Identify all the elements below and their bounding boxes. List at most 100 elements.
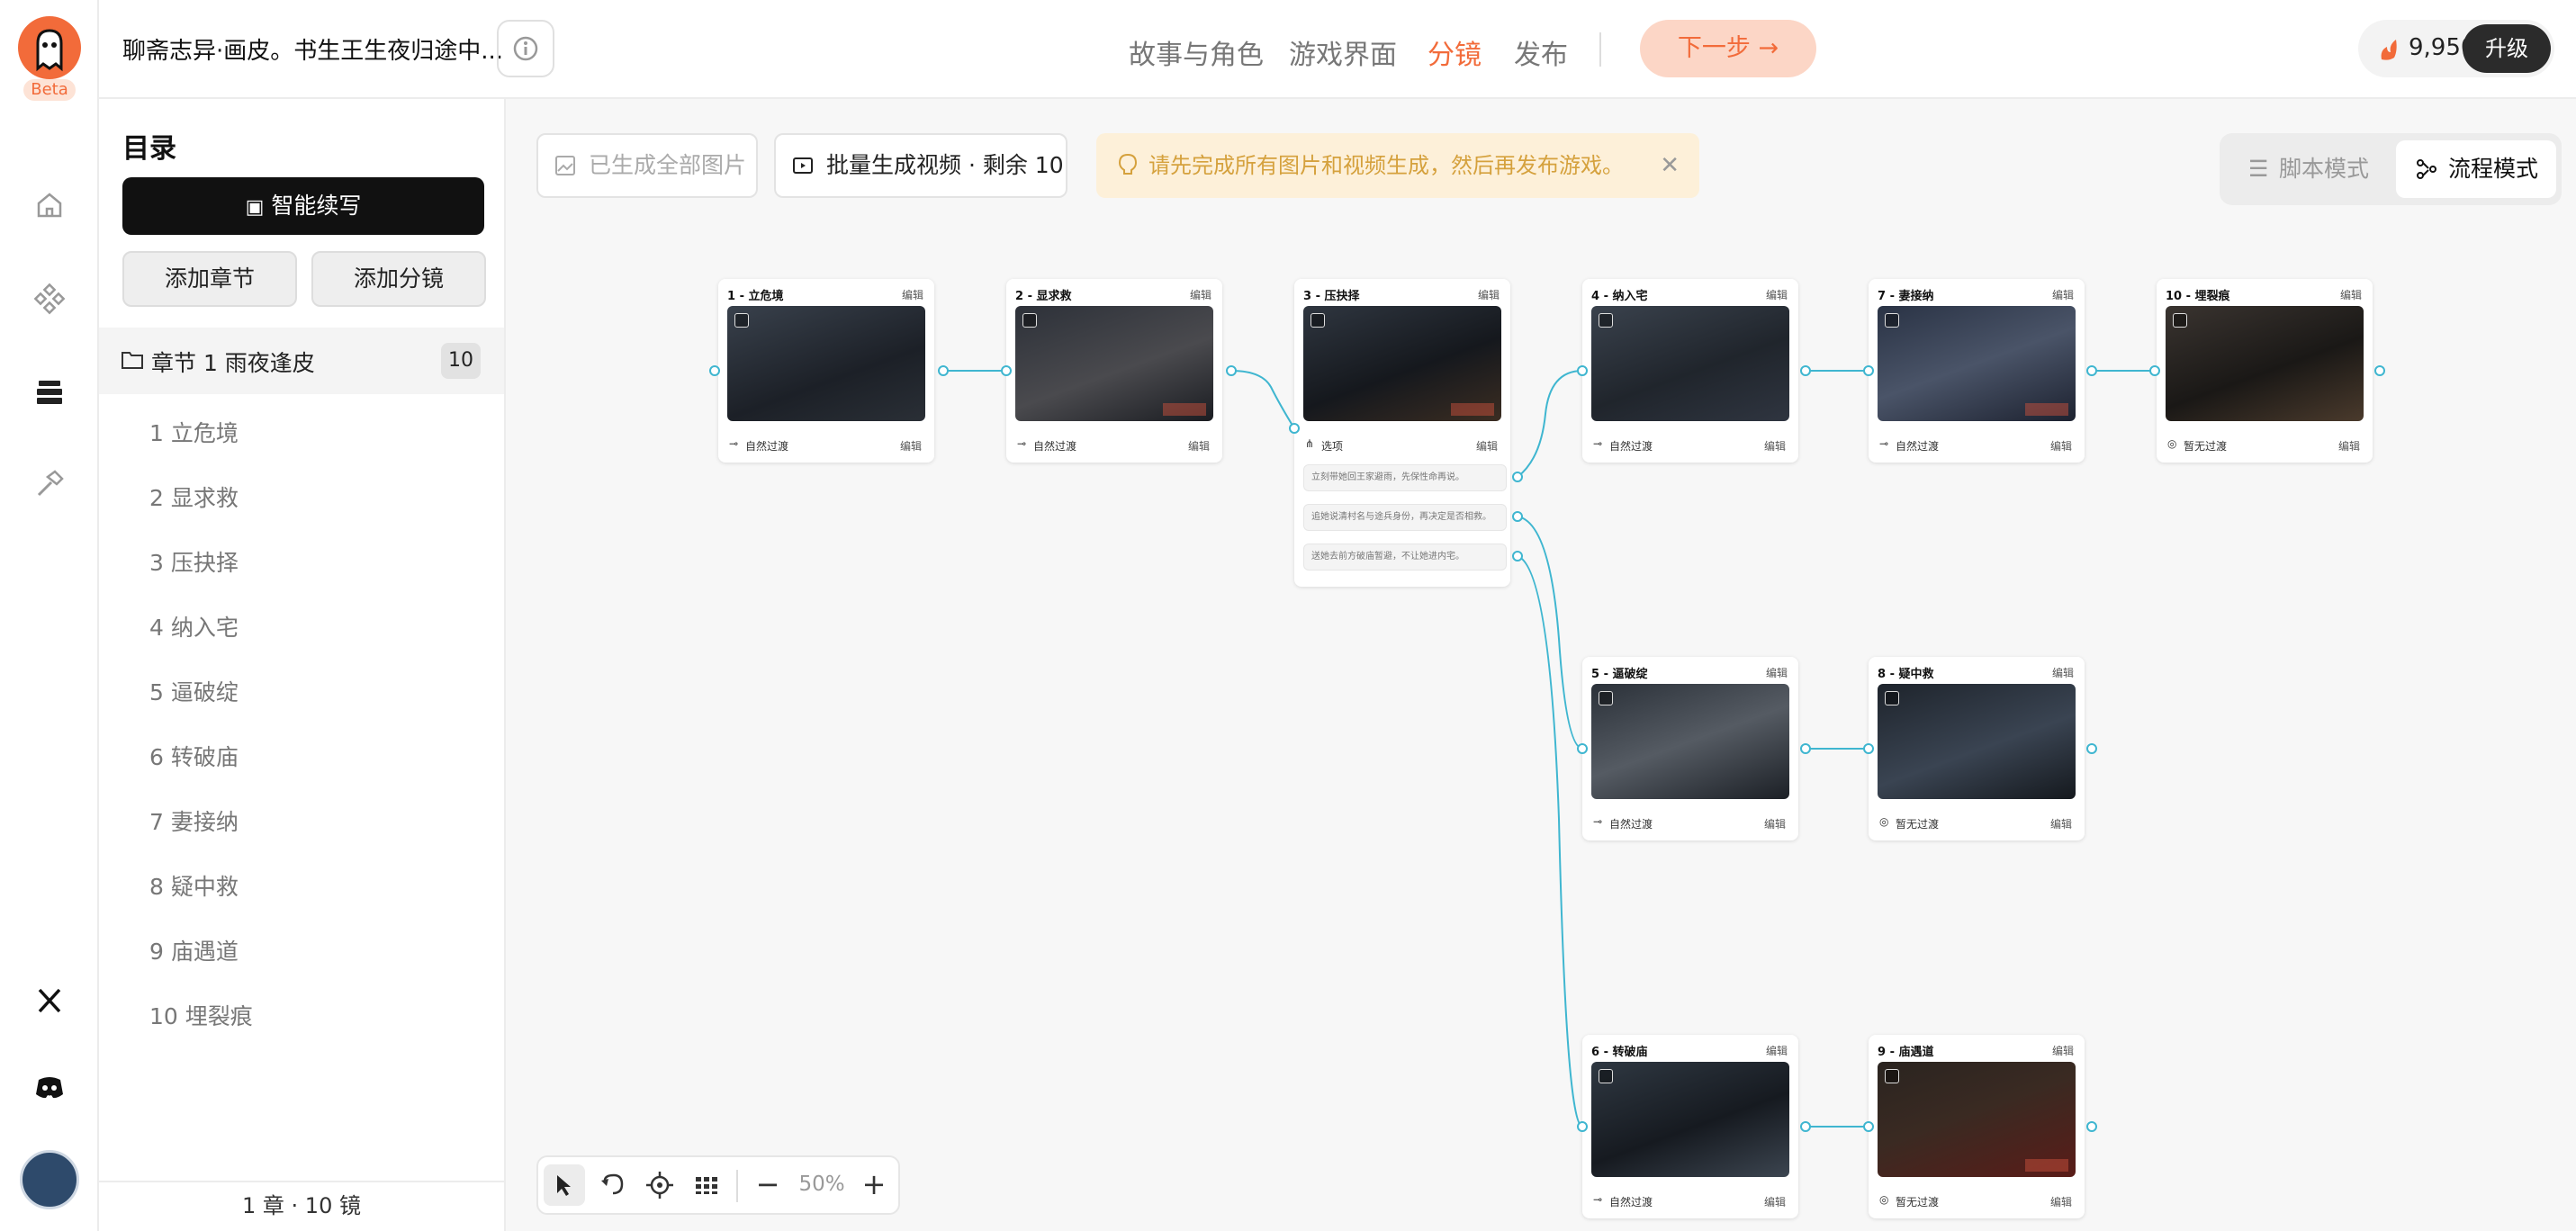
add-shot-button[interactable]: 添加分镜 [311,251,486,307]
user-avatar[interactable] [20,1150,79,1209]
option-port[interactable] [1512,551,1523,562]
choice-option[interactable]: 立刻带她回王家避雨，先保性命再说。 [1303,464,1507,491]
input-port[interactable] [1001,365,1012,376]
shot-thumbnail[interactable] [1878,1062,2076,1177]
transition-edit-link[interactable]: 编辑 [1476,438,1498,454]
output-port[interactable] [2374,365,2385,376]
input-port[interactable] [1577,1121,1588,1132]
chapter-row[interactable]: 章节 1 雨夜逢皮 10 [99,328,504,394]
edit-link[interactable]: 编辑 [902,287,923,302]
edit-link[interactable]: 编辑 [1766,287,1788,302]
input-port[interactable] [1863,1121,1874,1132]
gamepad-icon[interactable] [32,281,68,317]
shot-node[interactable]: 6 - 转破庙 编辑 ⊸ 自然过渡 编辑 [1582,1035,1798,1218]
output-port[interactable] [1800,743,1811,754]
choice-option[interactable]: 追她说清村名与途兵身份，再决定是否相救。 [1303,504,1507,531]
output-port[interactable] [2086,365,2097,376]
input-port[interactable] [709,365,720,376]
shot-item[interactable]: 4 纳入宅 [149,610,239,642]
option-port[interactable] [1512,511,1523,522]
app-logo[interactable] [18,16,81,79]
shot-node[interactable]: 8 - 疑中救 编辑 ◎ 暂无过渡 编辑 [1869,657,2085,840]
output-port[interactable] [1800,1121,1811,1132]
shot-item[interactable]: 7 妻接纳 [149,804,239,837]
home-icon[interactable] [32,187,68,223]
shot-thumbnail[interactable] [1015,306,1213,421]
shot-item[interactable]: 3 压抉择 [149,545,239,578]
shot-item[interactable]: 1 立危境 [149,416,239,448]
output-port[interactable] [938,365,949,376]
input-port[interactable] [1289,423,1300,434]
x-twitter-icon[interactable] [32,983,68,1019]
storyboard-icon[interactable] [32,373,68,409]
shot-item[interactable]: 5 逼破绽 [149,675,239,707]
shot-item[interactable]: 2 显求救 [149,481,239,513]
shot-node[interactable]: 7 - 妻接纳 编辑 ⊸ 自然过渡 编辑 [1869,279,2085,463]
flow-canvas[interactable]: 已生成全部图片 批量生成视频 · 剩余 10 请先完成所有图片和视频生成，然后再… [506,99,2576,1231]
zoom-in-icon[interactable]: + [853,1164,895,1206]
transition-edit-link[interactable]: 编辑 [1764,816,1786,831]
smart-continue-button[interactable]: ▣ 智能续写 [122,177,484,235]
next-step-button[interactable]: 下一步 → [1640,20,1816,77]
shot-item[interactable]: 10 埋裂痕 [149,999,253,1031]
edit-link[interactable]: 编辑 [2052,665,2074,680]
hammer-icon[interactable] [32,466,68,502]
transition-edit-link[interactable]: 编辑 [1764,1194,1786,1209]
shot-node[interactable]: 5 - 逼破绽 编辑 ⊸ 自然过渡 编辑 [1582,657,1798,840]
shot-thumbnail[interactable] [1878,684,2076,799]
zoom-out-icon[interactable]: − [747,1164,788,1206]
transition-edit-link[interactable]: 编辑 [2338,438,2360,454]
tab-publish[interactable]: 发布 [1514,32,1568,72]
shot-thumbnail[interactable] [1303,306,1501,421]
shot-thumbnail[interactable] [727,306,925,421]
shot-thumbnail[interactable] [1591,306,1789,421]
shot-thumbnail[interactable] [1591,684,1789,799]
edit-link[interactable]: 编辑 [1766,665,1788,680]
output-port[interactable] [2086,1121,2097,1132]
tab-game-ui[interactable]: 游戏界面 [1289,32,1397,72]
transition-edit-link[interactable]: 编辑 [2050,438,2072,454]
shot-item[interactable]: 6 转破庙 [149,740,239,772]
edit-link[interactable]: 编辑 [1190,287,1211,302]
transition-edit-link[interactable]: 编辑 [900,438,922,454]
output-port[interactable] [1800,365,1811,376]
add-chapter-button[interactable]: 添加章节 [122,251,297,307]
shot-node[interactable]: 2 - 显求救 编辑 ⊸ 自然过渡 编辑 [1006,279,1222,463]
transition-edit-link[interactable]: 编辑 [1764,438,1786,454]
tab-storyboard[interactable]: 分镜 [1428,32,1482,72]
shot-thumbnail[interactable] [2166,306,2364,421]
shot-item[interactable]: 9 庙遇道 [149,934,239,966]
input-port[interactable] [1863,743,1874,754]
upgrade-button[interactable]: 升级 [2463,24,2551,73]
transition-edit-link[interactable]: 编辑 [2050,1194,2072,1209]
input-port[interactable] [1577,743,1588,754]
choice-node[interactable]: 3 - 压抉择 编辑 ⋔ 选项 编辑 立刻带她回王家避雨，先保性命再说。 追她说… [1294,279,1510,587]
input-port[interactable] [1863,365,1874,376]
shot-thumbnail[interactable] [1591,1062,1789,1177]
transition-edit-link[interactable]: 编辑 [2050,816,2072,831]
shot-node[interactable]: 1 - 立危境 编辑 ⊸ 自然过渡 编辑 [718,279,934,463]
grid-icon[interactable] [686,1164,727,1206]
output-port[interactable] [2086,743,2097,754]
edit-link[interactable]: 编辑 [1478,287,1500,302]
select-tool-icon[interactable] [544,1164,585,1206]
shot-node[interactable]: 9 - 庙遇道 编辑 ◎ 暂无过渡 编辑 [1869,1035,2085,1218]
locate-icon[interactable] [639,1164,680,1206]
transition-edit-link[interactable]: 编辑 [1188,438,1210,454]
shot-thumbnail[interactable] [1878,306,2076,421]
discord-icon[interactable] [32,1069,68,1105]
shot-node[interactable]: 4 - 纳入宅 编辑 ⊸ 自然过渡 编辑 [1582,279,1798,463]
edit-link[interactable]: 编辑 [2340,287,2362,302]
input-port[interactable] [2149,365,2160,376]
input-port[interactable] [1577,365,1588,376]
output-port[interactable] [1226,365,1237,376]
choice-option[interactable]: 送她去前方破庙暂避，不让她进内宅。 [1303,544,1507,571]
edit-link[interactable]: 编辑 [2052,1043,2074,1058]
undo-icon[interactable] [592,1164,634,1206]
shot-item[interactable]: 8 疑中救 [149,869,239,902]
edit-link[interactable]: 编辑 [2052,287,2074,302]
info-button[interactable] [497,20,554,77]
shot-node[interactable]: 10 - 埋裂痕 编辑 ◎ 暂无过渡 编辑 [2157,279,2373,463]
option-port[interactable] [1512,472,1523,482]
edit-link[interactable]: 编辑 [1766,1043,1788,1058]
